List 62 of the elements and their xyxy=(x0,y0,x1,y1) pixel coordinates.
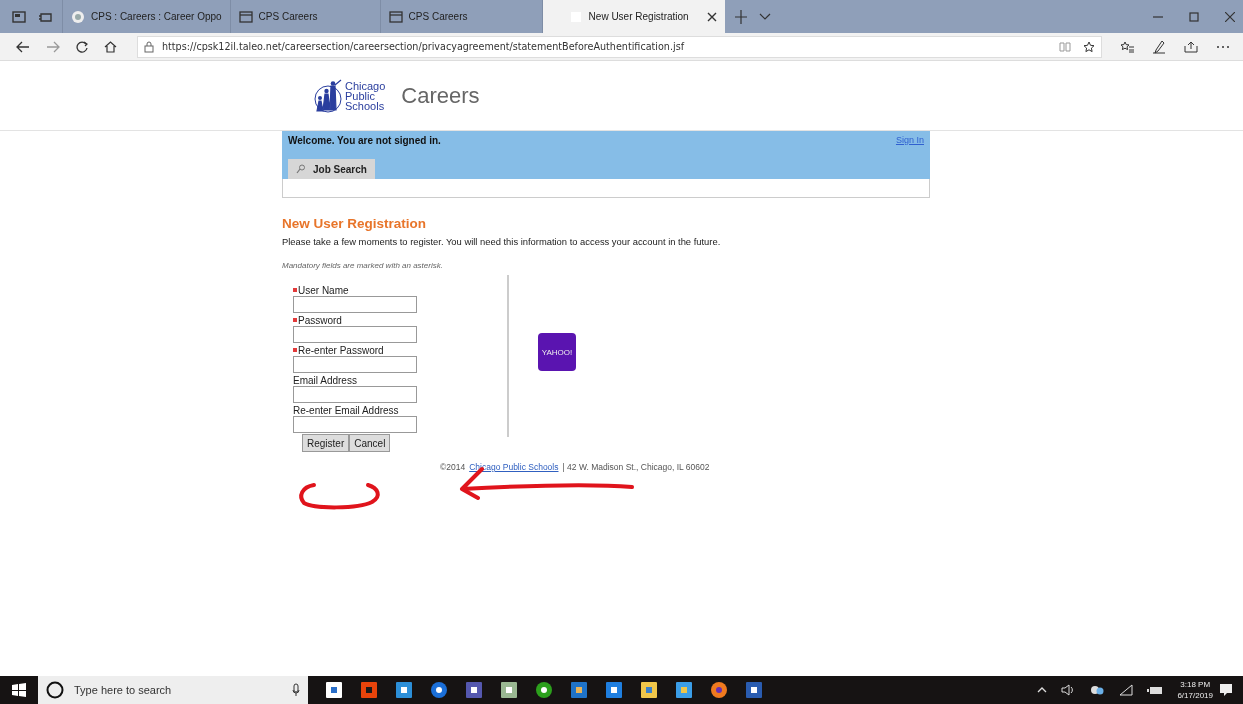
search-field[interactable]: Type here to search xyxy=(38,676,308,704)
address-text: | 42 W. Madison St., Chicago, IL 60602 xyxy=(562,462,710,472)
microphone-icon[interactable] xyxy=(292,683,300,697)
new-tab-icon[interactable] xyxy=(734,9,747,24)
clock-date[interactable]: 6/17/2019 xyxy=(1177,690,1213,701)
forward-icon[interactable] xyxy=(46,40,60,53)
job-search-tab[interactable]: Job Search xyxy=(288,159,375,179)
logo-text: Schools xyxy=(345,100,386,111)
lock-icon xyxy=(144,40,154,53)
maximize-icon[interactable] xyxy=(1189,11,1199,22)
field-label: User Name xyxy=(298,284,349,296)
logo-drawing xyxy=(313,78,343,113)
chevron-up-icon[interactable] xyxy=(1037,687,1048,693)
back-icon[interactable] xyxy=(16,40,30,53)
tab-icon xyxy=(238,9,253,24)
welcome-text: Welcome. You are not signed in. xyxy=(288,135,441,146)
page-title: Careers xyxy=(401,82,480,109)
input-field[interactable] xyxy=(293,416,417,433)
input-field[interactable] xyxy=(293,326,417,343)
field-label: Re-enter Email Address xyxy=(293,404,399,416)
start-icon[interactable] xyxy=(12,683,26,697)
network-icon[interactable] xyxy=(1119,684,1134,696)
field-label: Email Address xyxy=(293,374,357,386)
share-icon[interactable] xyxy=(1184,40,1198,53)
chevron-down-icon[interactable] xyxy=(758,12,771,21)
pen-icon[interactable] xyxy=(1152,39,1166,54)
field-label: Password xyxy=(298,314,342,326)
yahoo-sign-in-button[interactable]: YAHOO! xyxy=(538,333,576,371)
form-button[interactable]: Register xyxy=(302,434,350,452)
field-label: Re-enter Password xyxy=(298,344,384,356)
copyright-text: ©2014 xyxy=(440,462,466,472)
star-icon[interactable] xyxy=(1083,40,1095,53)
input-field[interactable] xyxy=(293,386,417,403)
cortana-icon xyxy=(46,681,64,699)
tab-icon xyxy=(388,9,403,24)
intro-text: Please take a few moments to register. You will need this information to access your account in the future. xyxy=(282,236,722,247)
close-icon[interactable] xyxy=(706,11,717,22)
search-icon xyxy=(296,164,305,174)
favorites-icon[interactable] xyxy=(1120,40,1134,53)
round-app-icon[interactable] xyxy=(535,681,553,699)
logo-text: Public xyxy=(345,90,375,101)
mandatory-note: Mandatory fields are marked with an asterisk. xyxy=(282,261,444,270)
cloud-icon[interactable] xyxy=(1089,684,1106,696)
clock-time[interactable]: 3:18 PM xyxy=(1180,679,1211,690)
browser-tab[interactable]: New User Registration xyxy=(541,0,725,33)
address-field[interactable]: https://cpsk12il.taleo.net/careersection/careersection/privacyagreement/statementBeforeAuthentification.jsf xyxy=(137,35,1102,58)
input-field[interactable] xyxy=(293,356,417,373)
more-icon[interactable] xyxy=(1216,44,1230,49)
refresh-icon[interactable] xyxy=(76,40,88,53)
home-icon[interactable] xyxy=(104,40,117,53)
logo-text: Chicago xyxy=(345,80,386,91)
section-heading: New User Registration xyxy=(282,216,428,231)
restore-tabs-icon[interactable] xyxy=(38,10,52,23)
battery-icon[interactable] xyxy=(1147,685,1164,695)
speaker-icon[interactable] xyxy=(1061,684,1076,696)
form-button[interactable]: Cancel xyxy=(349,434,391,452)
notifications-icon[interactable] xyxy=(1219,683,1233,697)
tab-icon xyxy=(71,9,85,24)
tabs-aside-icon[interactable] xyxy=(12,10,26,23)
close-icon[interactable] xyxy=(1225,11,1235,22)
footer-link[interactable]: Chicago Public Schools xyxy=(469,462,559,472)
input-field[interactable] xyxy=(293,296,417,313)
